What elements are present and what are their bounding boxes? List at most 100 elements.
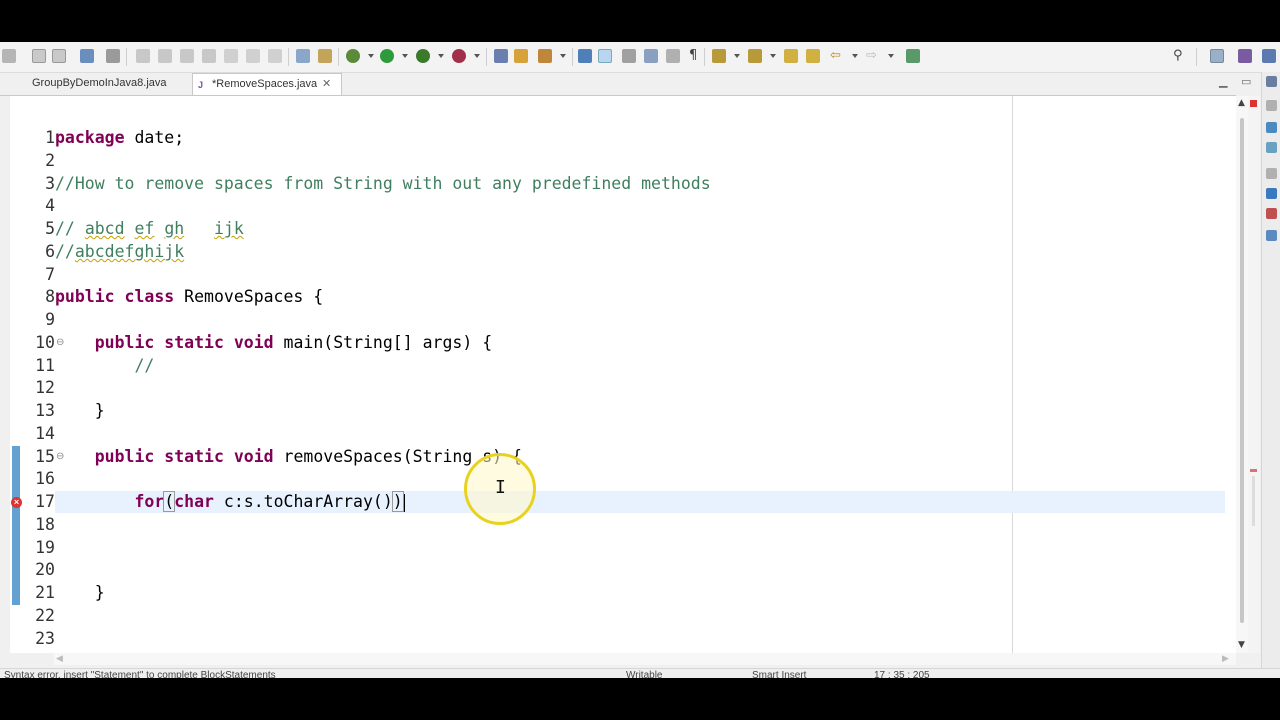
previous-annotation-dropdown-icon[interactable]: [770, 54, 776, 58]
code-line[interactable]: public static void main(String[] args) {: [55, 332, 492, 354]
comment-token: [184, 219, 214, 238]
search-references-icon[interactable]: [578, 49, 592, 63]
code-line[interactable]: public class RemoveSpaces {: [55, 286, 323, 308]
save-icon[interactable]: [32, 49, 46, 63]
last-edit-location-icon[interactable]: [784, 49, 798, 63]
pin-editor-icon[interactable]: [906, 49, 920, 63]
code-line[interactable]: public static void removeSpaces(String s…: [55, 446, 522, 468]
code-line[interactable]: // abcd ef gh ijk: [55, 218, 244, 240]
code-line[interactable]: }: [55, 400, 105, 422]
external-tools-icon[interactable]: [452, 49, 466, 63]
run-icon[interactable]: [380, 49, 394, 63]
code-area[interactable]: package date; //How to remove spaces from…: [55, 96, 1225, 653]
code-line[interactable]: package date;: [55, 127, 184, 149]
back-dropdown-icon[interactable]: [852, 54, 858, 58]
code-line[interactable]: //abcdefghijk: [55, 241, 184, 263]
skip-breakpoints-icon[interactable]: [106, 49, 120, 63]
error-line-marker[interactable]: [1250, 469, 1257, 472]
comment-token: [154, 219, 164, 238]
open-perspective-icon[interactable]: [1210, 49, 1224, 63]
code-line[interactable]: }: [55, 582, 105, 604]
java-perspective-icon[interactable]: [1262, 49, 1276, 63]
toggle-block-selection-icon[interactable]: [622, 49, 636, 63]
line-number: 11: [35, 355, 55, 375]
comment-token: abcd: [84, 219, 125, 238]
scroll-down-icon[interactable]: ▼: [1238, 640, 1245, 650]
suspend-icon[interactable]: [158, 49, 172, 63]
coverage-dropdown-icon[interactable]: [438, 54, 444, 58]
last-edit-location-forward-icon[interactable]: [806, 49, 820, 63]
insert-mode-status[interactable]: Smart Insert: [752, 670, 806, 678]
forward-dropdown-icon[interactable]: [888, 54, 894, 58]
forward-icon[interactable]: ⇨: [866, 47, 877, 65]
task-list-icon[interactable]: [1266, 208, 1277, 219]
tab-removespaces[interactable]: J *RemoveSpaces.java ✕: [192, 73, 342, 95]
step-over-icon[interactable]: [246, 49, 260, 63]
next-annotation-dropdown-icon[interactable]: [734, 54, 740, 58]
variables-icon[interactable]: [1266, 100, 1277, 111]
run-dropdown-icon[interactable]: [402, 54, 408, 58]
coverage-icon[interactable]: [416, 49, 430, 63]
outline-icon[interactable]: [1266, 188, 1277, 199]
debug-icon[interactable]: [346, 49, 360, 63]
use-step-filters-icon[interactable]: [318, 49, 332, 63]
code-editor[interactable]: 1 2 3 4 5 6 7 8 9 10 ⊖ 11 12 13 14 15 ⊖ 16 17 × 18 19 20 21 22 23…: [10, 96, 1236, 653]
show-whitespace-icon[interactable]: [666, 49, 680, 63]
scroll-up-icon[interactable]: ▲: [1238, 98, 1245, 108]
open-type-icon[interactable]: [538, 49, 552, 63]
line-number: 9: [45, 310, 55, 329]
code-token: }: [55, 583, 105, 602]
code-token: main(String[] args) {: [273, 332, 493, 352]
horizontal-scrollbar[interactable]: ◀ ▶: [54, 653, 1236, 665]
resume-icon[interactable]: [136, 49, 150, 63]
vertical-scroll-thumb[interactable]: [1240, 118, 1244, 623]
back-icon[interactable]: ⇦: [830, 47, 841, 65]
close-tab-icon[interactable]: ✕: [322, 74, 331, 95]
previous-annotation-icon[interactable]: [748, 49, 762, 63]
drop-to-frame-icon[interactable]: [296, 49, 310, 63]
restore-icon[interactable]: [1266, 168, 1277, 179]
vertical-scrollbar[interactable]: ▲ ▼: [1236, 96, 1248, 653]
expressions-icon[interactable]: [1266, 142, 1277, 153]
terminate-icon[interactable]: [180, 49, 194, 63]
maximize-editor-icon[interactable]: ▭: [1241, 75, 1251, 88]
error-overview-marker[interactable]: [1250, 100, 1257, 107]
scroll-right-icon[interactable]: ▶: [1222, 654, 1229, 664]
new-icon[interactable]: [2, 49, 16, 63]
breakpoints-icon[interactable]: [1266, 122, 1277, 133]
open-folder-icon[interactable]: [514, 49, 528, 63]
toolbar-separator: [126, 48, 127, 66]
mark-occurrences-icon[interactable]: [598, 49, 612, 63]
next-annotation-icon[interactable]: [712, 49, 726, 63]
open-type-dropdown-icon[interactable]: [560, 54, 566, 58]
save-all-icon[interactable]: [52, 49, 66, 63]
pilcrow-icon[interactable]: ¶: [689, 47, 697, 65]
scroll-left-icon[interactable]: ◀: [56, 654, 63, 664]
disconnect-icon[interactable]: [202, 49, 216, 63]
minimize-editor-icon[interactable]: ▁: [1219, 75, 1227, 88]
search-icon[interactable]: ⚲: [1173, 47, 1183, 65]
code-line[interactable]: for(char c:s.toCharArray()): [55, 491, 405, 513]
restore-icon[interactable]: [1266, 76, 1277, 87]
code-line[interactable]: //: [55, 355, 154, 377]
overview-thumb: [1252, 476, 1255, 526]
line-number: 10: [35, 332, 55, 352]
toggle-breadcrumb-icon[interactable]: [644, 49, 658, 63]
print-icon[interactable]: [80, 49, 94, 63]
line-number: 16: [35, 469, 55, 489]
javadoc-icon[interactable]: [1266, 230, 1277, 241]
overview-ruler[interactable]: [1248, 96, 1260, 653]
java-ee-perspective-icon[interactable]: [1238, 49, 1252, 63]
text-caret: [403, 493, 405, 512]
error-marker-icon[interactable]: ×: [11, 497, 22, 508]
step-into-icon[interactable]: [224, 49, 238, 63]
tab-groupbydemoinjava8[interactable]: GroupByDemoInJava8.java: [16, 73, 188, 94]
text-cursor-icon: I: [495, 477, 506, 498]
code-line[interactable]: //How to remove spaces from String with …: [55, 173, 711, 195]
external-tools-dropdown-icon[interactable]: [474, 54, 480, 58]
code-token: (: [163, 491, 176, 512]
new-java-project-icon[interactable]: [494, 49, 508, 63]
step-return-icon[interactable]: [268, 49, 282, 63]
debug-dropdown-icon[interactable]: [368, 54, 374, 58]
